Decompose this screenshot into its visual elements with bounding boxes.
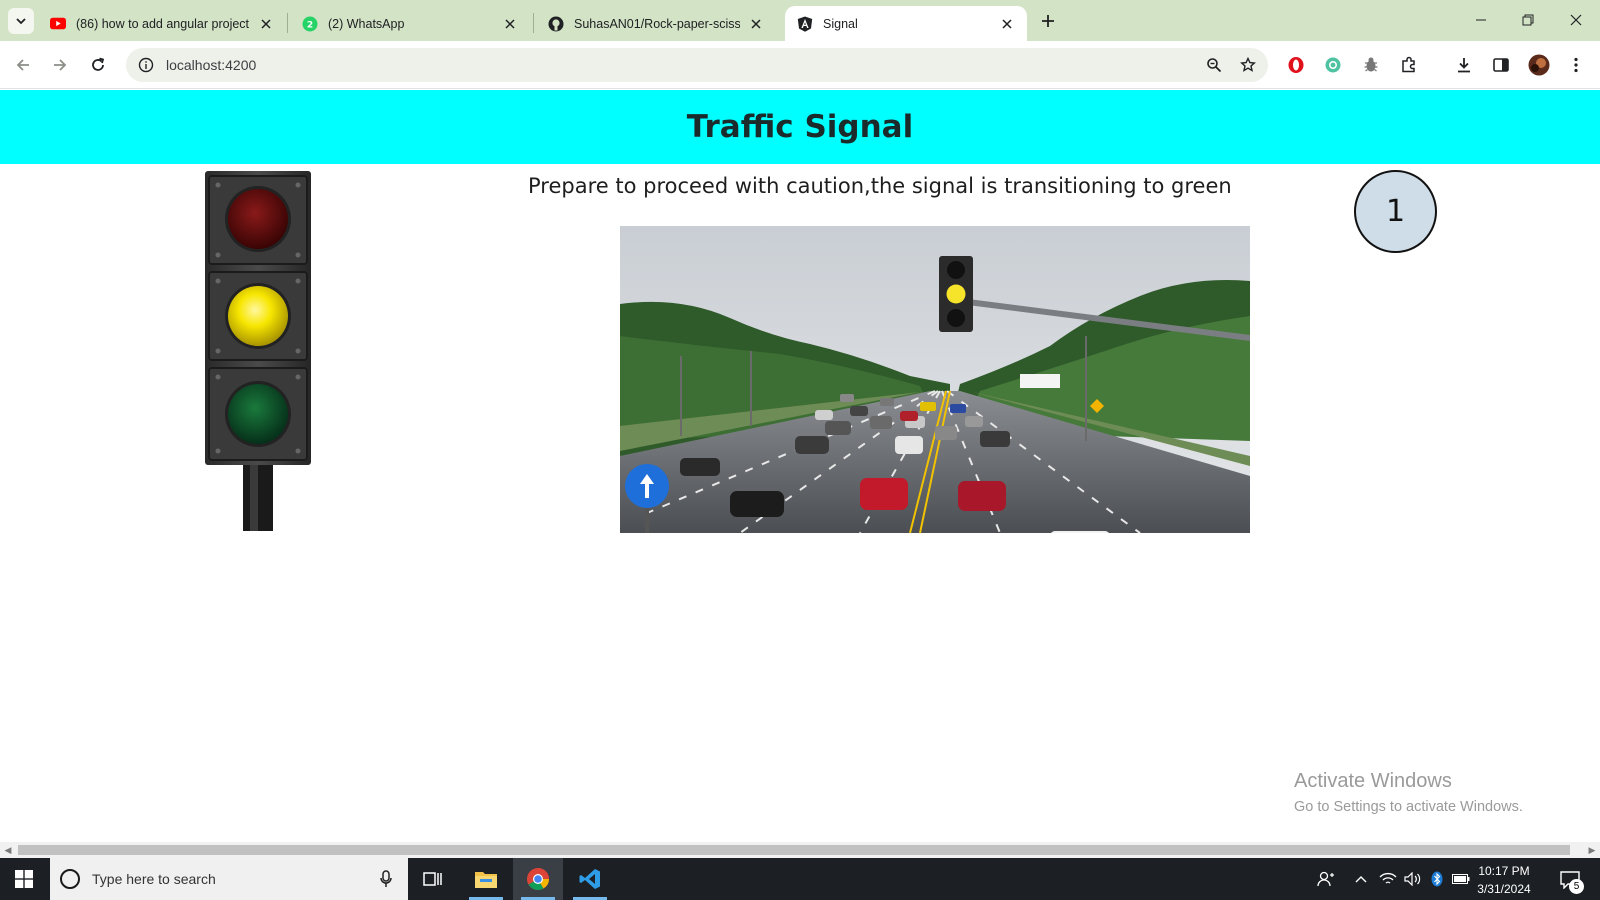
github-icon xyxy=(548,16,564,32)
signal-message: Prepare to proceed with caution,the sign… xyxy=(528,174,1232,198)
page-viewport: Traffic Signal Prepare to proceed with c… xyxy=(0,90,1600,842)
folder-icon xyxy=(475,872,497,888)
minimize-icon xyxy=(1476,19,1486,21)
file-explorer-app[interactable] xyxy=(461,858,511,900)
tab-title: SuhasAN01/Rock-paper-scissors xyxy=(574,16,740,31)
close-tab-icon[interactable] xyxy=(999,16,1015,32)
start-button[interactable] xyxy=(0,858,48,900)
new-tab-button[interactable] xyxy=(1036,9,1060,33)
extensions-puzzle-icon[interactable] xyxy=(1395,51,1423,79)
tab-strip: (86) how to add angular project 2 (2) Wh… xyxy=(0,0,1600,41)
tab-title: (86) how to add angular project xyxy=(76,16,250,31)
close-tab-icon[interactable] xyxy=(748,16,764,32)
microphone-icon[interactable] xyxy=(376,867,396,891)
windows-taskbar: Type here to search 10:17 PM 3/31/2024 5 xyxy=(0,858,1600,900)
show-hidden-icons-chevron-icon[interactable] xyxy=(1350,858,1372,900)
bluetooth-icon[interactable] xyxy=(1428,858,1446,900)
tab-youtube[interactable]: (86) how to add angular project xyxy=(38,6,286,41)
search-placeholder: Type here to search xyxy=(92,871,216,887)
back-button[interactable] xyxy=(9,51,37,79)
close-tab-icon[interactable] xyxy=(502,16,518,32)
green-light xyxy=(228,384,288,444)
bug-extension-icon[interactable] xyxy=(1357,51,1385,79)
system-clock[interactable]: 10:17 PM 3/31/2024 xyxy=(1466,862,1542,898)
tab-signal[interactable]: Signal xyxy=(785,6,1027,41)
windows-activation-watermark: Activate Windows Go to Settings to activ… xyxy=(1294,770,1523,815)
cortana-icon xyxy=(60,869,80,889)
browser-menu-button[interactable] xyxy=(1562,51,1590,79)
chrome-app[interactable] xyxy=(513,858,563,900)
scrollbar-thumb[interactable] xyxy=(18,845,1570,855)
watermark-subtitle: Go to Settings to activate Windows. xyxy=(1294,799,1523,815)
url-text[interactable]: localhost:4200 xyxy=(166,57,1200,73)
clock-date: 3/31/2024 xyxy=(1477,882,1531,896)
traffic-light xyxy=(205,171,311,531)
youtube-icon xyxy=(50,16,66,32)
chatgpt-extension-icon[interactable] xyxy=(1319,51,1347,79)
side-panel-icon[interactable] xyxy=(1487,51,1515,79)
reload-button[interactable] xyxy=(84,51,112,79)
vscode-icon xyxy=(579,869,600,889)
download-icon[interactable] xyxy=(1450,51,1478,79)
zoom-icon[interactable] xyxy=(1200,51,1228,79)
windows-logo-icon xyxy=(15,870,33,888)
opera-extension-icon[interactable] xyxy=(1282,51,1310,79)
browser-toolbar: localhost:4200 xyxy=(0,41,1600,89)
reload-icon xyxy=(92,57,105,71)
task-view-button[interactable] xyxy=(408,858,458,900)
taskbar-search-box[interactable]: Type here to search xyxy=(50,858,408,900)
address-bar[interactable]: localhost:4200 xyxy=(126,48,1268,82)
site-info-icon[interactable] xyxy=(136,55,156,75)
close-window-button[interactable] xyxy=(1553,0,1599,40)
task-view-icon xyxy=(423,872,442,886)
scroll-right-arrow-icon[interactable]: ▶ xyxy=(1584,842,1600,858)
notification-center-button[interactable]: 5 xyxy=(1556,866,1584,894)
minimize-button[interactable] xyxy=(1458,0,1504,40)
profile-avatar[interactable] xyxy=(1525,51,1553,79)
yellow-light xyxy=(228,286,288,346)
arrow-left-icon xyxy=(16,59,29,71)
volume-icon[interactable] xyxy=(1402,858,1424,900)
horizontal-scrollbar[interactable]: ◀ ▶ xyxy=(0,842,1600,858)
tab-separator xyxy=(533,13,534,33)
clock-time: 10:17 PM xyxy=(1478,864,1530,878)
arrow-right-icon xyxy=(54,59,67,71)
chevron-down-icon xyxy=(16,18,26,25)
svg-text:2: 2 xyxy=(307,20,313,30)
restore-button[interactable] xyxy=(1505,0,1551,40)
tab-github[interactable]: SuhasAN01/Rock-paper-scissors xyxy=(536,6,776,41)
vscode-app[interactable] xyxy=(565,858,615,900)
scroll-left-arrow-icon[interactable]: ◀ xyxy=(0,842,16,858)
chrome-icon xyxy=(527,868,549,890)
watermark-title: Activate Windows xyxy=(1294,770,1452,792)
network-icon[interactable] xyxy=(1378,858,1398,900)
tab-search-button[interactable] xyxy=(8,8,34,34)
countdown-timer: 1 xyxy=(1354,170,1437,253)
restore-icon xyxy=(1522,14,1534,26)
page-header: Traffic Signal xyxy=(0,90,1600,164)
people-icon[interactable] xyxy=(1312,858,1340,900)
angular-icon xyxy=(797,16,813,32)
notification-count-badge: 5 xyxy=(1569,879,1584,894)
tab-separator xyxy=(287,13,288,33)
forward-button[interactable] xyxy=(46,51,74,79)
road-traffic-image xyxy=(620,226,1250,533)
page-title: Traffic Signal xyxy=(686,109,914,145)
plus-icon xyxy=(1042,15,1054,27)
whatsapp-icon: 2 xyxy=(302,16,318,32)
close-tab-icon[interactable] xyxy=(258,16,274,32)
more-vertical-icon xyxy=(1574,57,1578,73)
tab-title: (2) WhatsApp xyxy=(328,16,405,31)
close-icon xyxy=(1570,14,1582,26)
bookmark-star-icon[interactable] xyxy=(1234,51,1262,79)
tab-whatsapp[interactable]: 2 (2) WhatsApp xyxy=(290,6,530,41)
red-light xyxy=(228,189,288,249)
tab-title: Signal xyxy=(823,16,858,31)
